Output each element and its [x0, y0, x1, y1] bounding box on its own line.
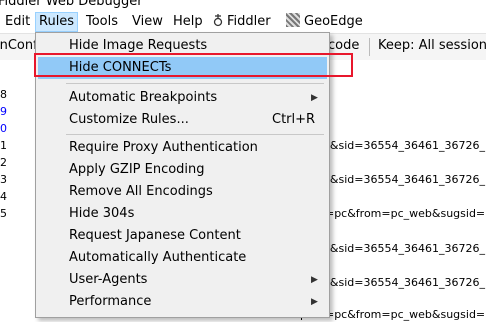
menu-item-label: Hide CONNECTs [69, 60, 172, 75]
menu-item-label: Apply GZIP Encoding [69, 162, 205, 177]
menu-item-hide-image-requests[interactable]: Hide Image Requests [38, 35, 327, 57]
menu-separator [66, 83, 324, 84]
toolbar-separator [369, 38, 370, 56]
geoedge-label: GeoEdge [304, 14, 363, 29]
fiddler-icon [213, 14, 223, 27]
geoedge-icon [286, 13, 300, 27]
toolbar-code-text[interactable]: code [328, 38, 359, 53]
menu-item-apply-gzip-encoding[interactable]: Apply GZIP Encoding [38, 159, 327, 181]
menu-item-label: Performance [69, 294, 152, 309]
menu-item-label: Hide Image Requests [69, 38, 208, 53]
menu-separator [66, 134, 324, 135]
menu-rules[interactable]: Rules [35, 12, 79, 32]
row-number: 1 [0, 139, 7, 152]
menu-item-hide-304s[interactable]: Hide 304s [38, 203, 327, 225]
title-bar: Fiddler Web Debugger [0, 0, 486, 11]
submenu-arrow-icon: ▶ [311, 297, 318, 307]
row-number: 8 [0, 88, 7, 101]
geoedge-menu[interactable]: GeoEdge [283, 13, 366, 31]
menu-item-automatic-breakpoints[interactable]: Automatic Breakpoints ▶ [38, 87, 327, 109]
menu-help[interactable]: Help [170, 13, 206, 31]
row-number: 5 [0, 207, 7, 220]
menu-item-label: Automatically Authenticate [69, 250, 247, 265]
menu-item-label: Hide 304s [69, 206, 135, 221]
toolbar-left-text[interactable]: inConf [0, 38, 38, 53]
menu-bar: Edit Rules Tools View Help Fiddler GeoEd… [0, 11, 486, 33]
menu-item-label: Automatic Breakpoints [69, 90, 218, 105]
menu-tools[interactable]: Tools [83, 13, 121, 31]
menu-item-shortcut: Ctrl+R [272, 112, 316, 127]
row-number: 3 [0, 173, 7, 186]
menu-item-request-japanese-content[interactable]: Request Japanese Content [38, 225, 327, 247]
submenu-arrow-icon: ▶ [311, 275, 318, 285]
fiddler-label: Fiddler [227, 14, 271, 29]
menu-item-label: Request Japanese Content [69, 228, 241, 243]
menu-edit[interactable]: Edit [2, 13, 33, 31]
row-number: 4 [0, 190, 7, 203]
menu-item-label: User-Agents [69, 272, 148, 287]
rules-menu-dropdown: Hide Image Requests Hide CONNECTs Automa… [35, 32, 330, 318]
menu-item-performance[interactable]: Performance ▶ [38, 291, 327, 313]
menu-item-hide-connects[interactable]: Hide CONNECTs [38, 57, 327, 79]
menu-item-automatically-authenticate[interactable]: Automatically Authenticate [38, 247, 327, 269]
menu-item-label: Customize Rules... [69, 112, 189, 127]
row-number: 9 [0, 105, 7, 118]
menu-item-label: Remove All Encodings [69, 184, 213, 199]
menu-item-label: Require Proxy Authentication [69, 140, 258, 155]
menu-item-customize-rules[interactable]: Customize Rules... Ctrl+R [38, 109, 327, 131]
menu-item-remove-all-encodings[interactable]: Remove All Encodings [38, 181, 327, 203]
row-number: 0 [0, 122, 7, 135]
submenu-arrow-icon: ▶ [311, 93, 318, 103]
window-title: Fiddler Web Debugger [0, 0, 143, 9]
menu-item-user-agents[interactable]: User-Agents ▶ [38, 269, 327, 291]
menu-view[interactable]: View [129, 13, 166, 31]
fiddler-menu[interactable]: Fiddler [209, 13, 274, 31]
menu-item-require-proxy-authentication[interactable]: Require Proxy Authentication [38, 137, 327, 159]
keep-sessions-dropdown[interactable]: Keep: All sessions [378, 38, 486, 53]
row-number: 2 [0, 156, 7, 169]
